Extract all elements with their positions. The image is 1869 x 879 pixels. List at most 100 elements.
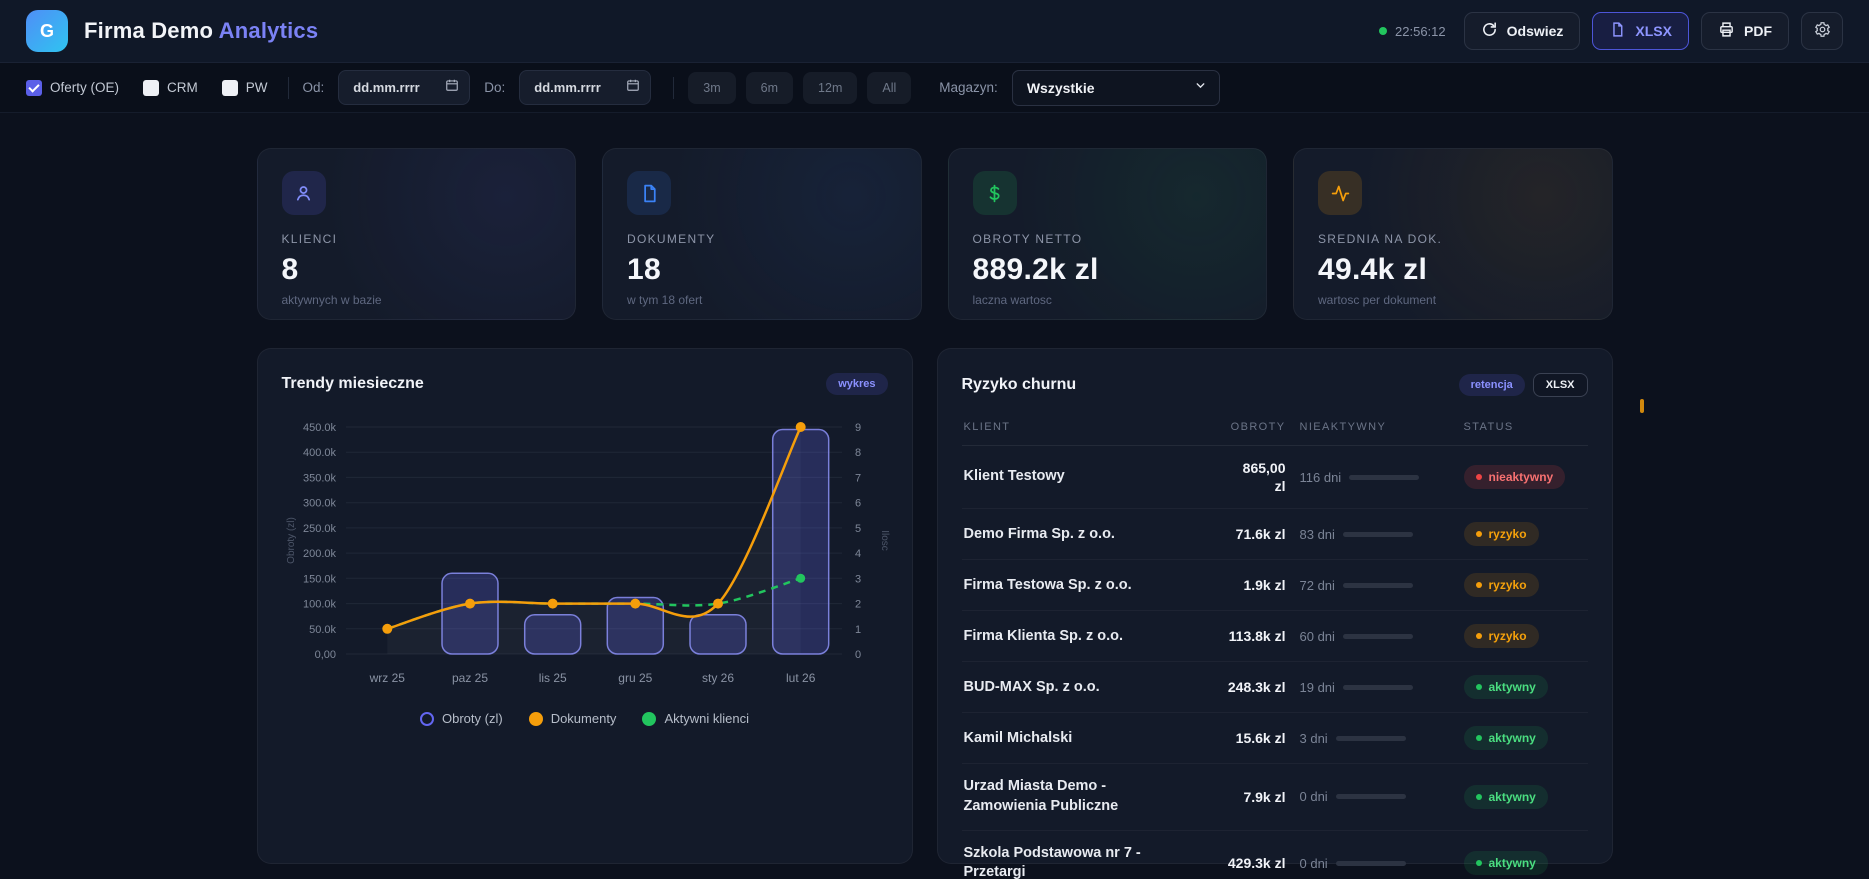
status-cell: ryzyko — [1463, 522, 1586, 547]
chevron-down-icon — [1194, 79, 1207, 97]
table-card-title: Ryzyko churnu — [961, 376, 1077, 393]
checkbox-box[interactable] — [26, 79, 42, 96]
status-cell: ryzyko — [1463, 573, 1586, 598]
status-cell: aktywny — [1463, 784, 1586, 809]
days-progress-track — [1335, 860, 1406, 866]
status-dot — [1475, 531, 1482, 538]
table-row: Demo Firma Sp. z o.o. 71.6k zl 83 dni ry… — [961, 509, 1588, 561]
scrollbar-thumb[interactable] — [1640, 399, 1644, 413]
column-header-klient: KLIENT — [963, 421, 1011, 433]
client-inactive-days: 0 dni — [1300, 789, 1426, 804]
status-cell: nieaktywny — [1463, 465, 1586, 490]
days-text: 116 dni — [1299, 469, 1342, 485]
magazyn-select[interactable]: Wszystkie — [1011, 69, 1220, 106]
od-label: Od: — [302, 80, 325, 95]
legend-item-dokumenty[interactable]: Dokumenty — [528, 711, 616, 726]
client-name: Urzad Miasta Demo - Zamowienia Publiczne — [963, 778, 1119, 814]
svg-text:gru 25: gru 25 — [618, 671, 652, 685]
days-text: 0 dni — [1299, 789, 1328, 805]
status-dot — [1475, 684, 1482, 691]
range-chip-3m[interactable]: 3m — [688, 71, 736, 104]
kpi-card-srednia-na-dok-: SREDNIA NA DOK. 49.4k zl wartosc per dok… — [1293, 148, 1613, 320]
svg-text:lut 26: lut 26 — [786, 671, 816, 685]
status-dot — [1379, 27, 1388, 35]
filter-checkbox-oferty-oe-[interactable]: Oferty (OE) — [26, 79, 119, 96]
checkbox-box[interactable] — [143, 79, 160, 96]
days-progress-track — [1342, 684, 1413, 690]
status-badge: aktywny — [1463, 726, 1548, 751]
kpi-card-obroty-netto: OBROTY NETTO 889.2k zl laczna wartosc — [947, 148, 1267, 320]
refresh-button[interactable]: Odswiez — [1463, 12, 1581, 50]
date-to-value: dd.mm.rrrr — [534, 80, 601, 95]
calendar-icon — [626, 78, 640, 97]
days-progress-track — [1342, 531, 1413, 537]
status-dot — [1475, 793, 1482, 800]
svg-text:2: 2 — [855, 599, 861, 611]
live-clock: 22:56:12 — [1379, 24, 1446, 39]
table-row: BUD-MAX Sp. z o.o. 248.3k zl 19 dni akty… — [961, 662, 1588, 714]
svg-text:50.0k: 50.0k — [309, 624, 336, 636]
date-to-input[interactable]: dd.mm.rrrr — [519, 70, 652, 105]
status-cell: aktywny — [1463, 851, 1586, 876]
legend-item-obroty-zl-[interactable]: Obroty (zl) — [420, 711, 503, 726]
file-icon — [1609, 21, 1626, 41]
range-chip-all[interactable]: All — [867, 71, 912, 104]
client-obroty: 248.3k zl — [1227, 679, 1286, 696]
kpi-label: KLIENCI — [281, 232, 338, 246]
legend-label: Obroty (zl) — [442, 711, 503, 726]
kpi-card-dokumenty: DOKUMENTY 18 w tym 18 ofert — [602, 148, 922, 320]
checkbox-box[interactable] — [221, 79, 238, 96]
client-inactive-days: 83 dni — [1300, 527, 1426, 542]
table-row: Firma Klienta Sp. z o.o. 113.8k zl 60 dn… — [961, 611, 1588, 663]
filter-bar: Oferty (OE) CRM PW Od: dd.mm.rrrr Do: dd… — [0, 63, 1869, 113]
table-row: Urzad Miasta Demo - Zamowienia Publiczne… — [961, 764, 1588, 831]
date-from-input[interactable]: dd.mm.rrrr — [338, 70, 471, 105]
checkbox-label: PW — [245, 80, 268, 95]
client-obroty: 7.9k zl — [1243, 788, 1286, 805]
client-name: Firma Klienta Sp. z o.o. — [963, 627, 1124, 644]
svg-text:5: 5 — [855, 523, 861, 535]
status-badge: ryzyko — [1463, 624, 1539, 649]
svg-text:450.0k: 450.0k — [302, 422, 336, 434]
table-header-row: KLIENT OBROTY NIEAKTYWNY STATUS — [961, 411, 1588, 446]
days-text: 19 dni — [1299, 679, 1335, 695]
settings-button[interactable] — [1801, 12, 1843, 50]
kpi-label: OBROTY NETTO — [972, 232, 1083, 246]
legend-marker — [528, 711, 543, 726]
days-text: 0 dni — [1299, 855, 1328, 871]
retencja-badge: retencja — [1458, 374, 1525, 396]
divider — [287, 76, 289, 99]
svg-text:1: 1 — [855, 624, 861, 636]
export-xlsx-button[interactable]: XLSX — [1592, 12, 1689, 50]
column-header-nieaktywny: NIEAKTYWNY — [1299, 421, 1387, 433]
kpi-value: 18 — [627, 253, 661, 286]
svg-text:350.0k: 350.0k — [302, 472, 336, 484]
svg-text:250.0k: 250.0k — [302, 523, 336, 535]
status-dot — [1475, 860, 1482, 867]
monthly-trends-chart: 0,00 50.0k 100.0k 150.0k 200.0k 250.0k 300.0k 3… — [286, 422, 890, 685]
range-chip-12m[interactable]: 12m — [803, 71, 858, 104]
filter-checkbox-crm[interactable]: CRM — [143, 79, 198, 96]
legend-item-aktywni-klienci[interactable]: Aktywni klienci — [642, 711, 749, 726]
status-dot — [1475, 582, 1482, 589]
days-text: 83 dni — [1299, 526, 1335, 542]
svg-text:9: 9 — [855, 422, 861, 434]
dollar-icon — [972, 171, 1017, 215]
churn-risk-card: Ryzyko churnu retencja XLSX KLIENT OBROTY… — [936, 348, 1613, 879]
svg-text:100.0k: 100.0k — [302, 599, 336, 611]
table-xlsx-button[interactable]: XLSX — [1532, 373, 1588, 397]
export-pdf-button[interactable]: PDF — [1701, 12, 1789, 50]
days-progress-track — [1342, 582, 1413, 588]
svg-text:Ilosc: Ilosc — [879, 530, 890, 551]
status-dot — [1475, 474, 1482, 481]
filter-checkbox-pw[interactable]: PW — [221, 79, 268, 96]
gear-icon — [1814, 21, 1831, 41]
status-badge: ryzyko — [1463, 522, 1539, 547]
status-dot — [1475, 633, 1482, 640]
table-row: Kamil Michalski 15.6k zl 3 dni aktywny — [961, 713, 1588, 765]
svg-text:paz 25: paz 25 — [451, 671, 487, 685]
table-row: Firma Testowa Sp. z o.o. 1.9k zl 72 dni … — [961, 560, 1588, 612]
range-chip-6m[interactable]: 6m — [745, 71, 794, 104]
svg-text:0,00: 0,00 — [314, 649, 335, 661]
status-cell: aktywny — [1463, 675, 1586, 700]
